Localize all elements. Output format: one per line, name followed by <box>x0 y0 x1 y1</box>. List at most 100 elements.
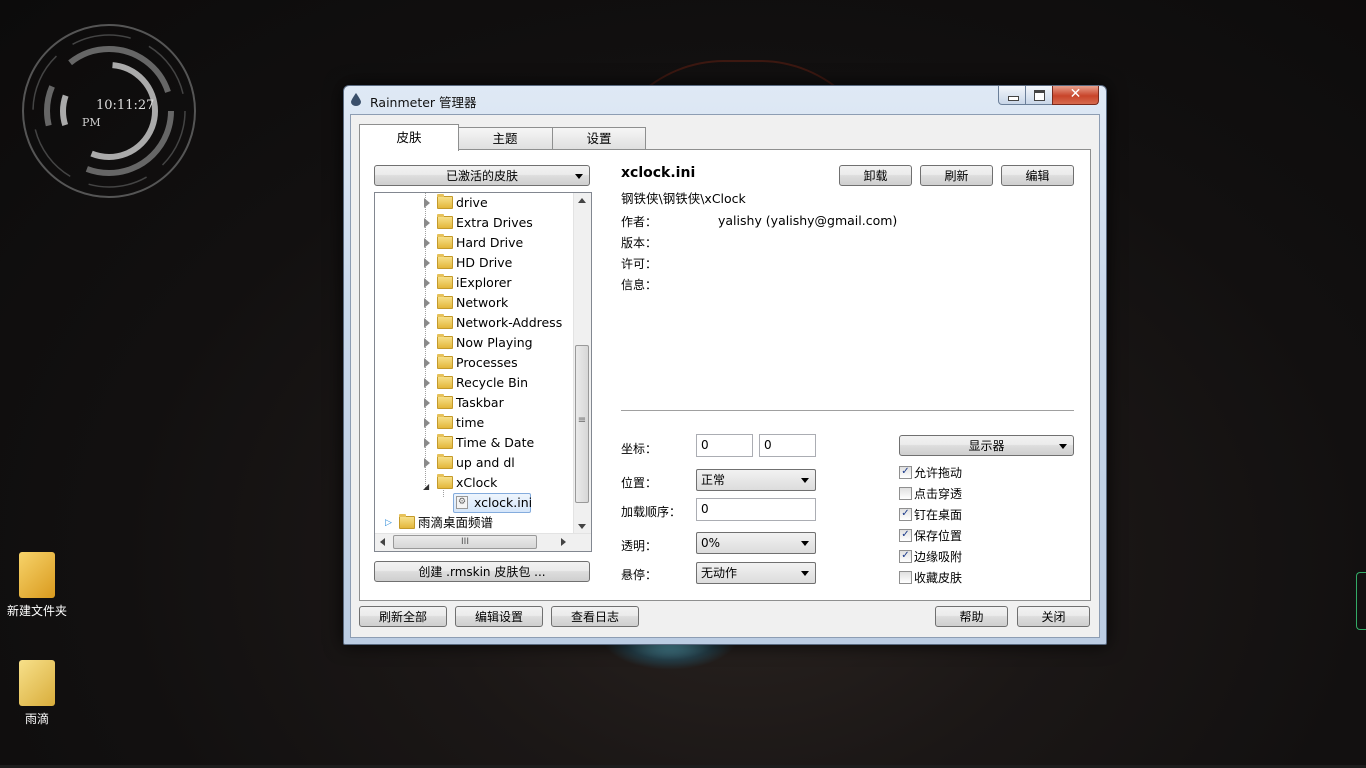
tab-skins[interactable]: 皮肤 <box>359 124 459 151</box>
minimize-button[interactable] <box>998 86 1027 105</box>
minimize-icon <box>1008 96 1019 101</box>
tree-item-label: time <box>456 415 485 430</box>
scroll-up-icon <box>578 198 586 203</box>
tree-item-label: xclock.ini <box>474 495 533 510</box>
tree-item-xclock-ini[interactable]: ⚙ xclock.ini <box>453 493 533 513</box>
tab-settings[interactable]: 设置 <box>552 127 646 150</box>
chevron-down-icon <box>1059 444 1067 449</box>
edit-button[interactable]: 编辑 <box>1001 165 1074 186</box>
checkbox-label: 边缘吸附 <box>914 550 963 564</box>
tree-item-label: Processes <box>456 355 518 370</box>
dropdown-label: 已激活的皮肤 <box>445 169 518 183</box>
window-title: Rainmeter 管理器 <box>370 95 477 110</box>
load-order-input[interactable]: 0 <box>696 498 816 521</box>
close-button[interactable]: ✕ <box>1052 86 1099 105</box>
skin-tree[interactable]: drive Extra Drives Hard Drive HD Drive i… <box>374 192 592 552</box>
separator <box>621 410 1074 411</box>
transparency-label: 透明： <box>621 539 658 553</box>
folder-icon <box>437 314 453 329</box>
maximize-button[interactable] <box>1025 86 1054 105</box>
raindrop-icon <box>351 93 361 106</box>
clock-ampm: PM <box>82 116 101 129</box>
info-label: 信息： <box>621 278 658 292</box>
checkbox-box[interactable]: ✓ <box>899 466 912 479</box>
rainmeter-manager-window: Rainmeter 管理器 ✕ 皮肤 主题 设置 已激活的皮肤 drive Ex… <box>343 85 1107 645</box>
checkbox-label: 钉在桌面 <box>914 508 963 522</box>
author-value: yalishy (yalishy@gmail.com) <box>718 213 898 228</box>
chevron-down-icon <box>801 541 809 546</box>
checkbox-label: 保存位置 <box>914 529 963 543</box>
scroll-thumb[interactable]: ≡ <box>575 345 589 503</box>
music-folder-icon <box>19 552 55 598</box>
author-label: 作者： <box>621 215 658 229</box>
tree-item-label: Time & Date <box>456 435 535 450</box>
close-icon: ✕ <box>1069 86 1082 102</box>
skin-path: 钢铁侠\钢铁侠\xClock <box>621 191 746 206</box>
select-value: 无动作 <box>701 566 738 580</box>
edit-settings-button[interactable]: 编辑设置 <box>455 606 543 627</box>
refresh-all-button[interactable]: 刷新全部 <box>359 606 447 627</box>
refresh-button[interactable]: 刷新 <box>920 165 993 186</box>
desktop-icon-new-folder[interactable]: 新建文件夹 <box>2 552 72 619</box>
folder-icon <box>437 374 453 389</box>
hover-label: 悬停： <box>621 568 658 582</box>
tab-themes[interactable]: 主题 <box>457 127 553 150</box>
tree-item-label: iExplorer <box>456 275 512 290</box>
tree-item-label: Network <box>456 295 509 310</box>
load-order-label: 加载顺序： <box>621 505 682 519</box>
create-rmskin-button[interactable]: 创建 .rmskin 皮肤包 ... <box>374 561 590 582</box>
transparency-select[interactable]: 0% <box>696 532 816 554</box>
collapse-icon: ◢ <box>423 482 430 491</box>
tree-item-label: up and dl <box>456 455 515 470</box>
folder-icon <box>437 354 453 369</box>
view-log-button[interactable]: 查看日志 <box>551 606 639 627</box>
license-label: 许可： <box>621 257 658 271</box>
folder-icon <box>437 234 453 249</box>
chevron-down-icon <box>801 478 809 483</box>
folder-icon <box>399 514 415 529</box>
scroll-left-icon <box>380 538 385 546</box>
desktop-icon-raindrop[interactable]: 雨滴 <box>2 660 72 727</box>
checkbox-box[interactable]: ✓ <box>899 529 912 542</box>
skin-name: xclock.ini <box>621 165 696 181</box>
select-value: 正常 <box>701 473 726 487</box>
expand-icon: ▷ <box>385 518 392 528</box>
tree-vertical-scrollbar[interactable]: ≡ <box>573 193 591 534</box>
tree-item-label: drive <box>456 195 488 210</box>
scroll-thumb[interactable]: III <box>393 535 537 549</box>
folder-icon <box>437 394 453 409</box>
tree-item-label: HD Drive <box>456 255 513 270</box>
unload-button[interactable]: 卸载 <box>839 165 912 186</box>
checkbox-label: 允许拖动 <box>914 466 963 480</box>
tree-item-label: Extra Drives <box>456 215 533 230</box>
active-skins-dropdown[interactable]: 已激活的皮肤 <box>374 165 590 186</box>
checkbox-box[interactable]: ✓ <box>899 508 912 521</box>
monitor-dropdown[interactable]: 显示器 <box>899 435 1074 456</box>
chevron-down-icon <box>575 174 583 179</box>
checkbox-label: 点击穿透 <box>914 487 963 501</box>
dropdown-label: 显示器 <box>968 439 1005 453</box>
tree-item-label: xClock <box>456 475 498 490</box>
x-coordinate-input[interactable]: 0 <box>696 434 753 457</box>
folder-icon <box>437 194 453 209</box>
checkbox-label: 收藏皮肤 <box>914 571 963 585</box>
checkbox-box[interactable] <box>899 487 912 500</box>
scroll-down-icon <box>578 524 586 529</box>
close-dialog-button[interactable]: 关闭 <box>1017 606 1090 627</box>
checkbox-box[interactable] <box>899 571 912 584</box>
tree-horizontal-scrollbar[interactable]: III <box>375 533 591 551</box>
clock-widget[interactable]: 10:11:27 PM <box>18 20 200 202</box>
folder-icon <box>19 660 55 706</box>
y-coordinate-input[interactable]: 0 <box>759 434 816 457</box>
title-bar[interactable]: Rainmeter 管理器 ✕ <box>344 86 1106 112</box>
window-client: 皮肤 主题 设置 已激活的皮肤 drive Extra Drives Hard … <box>350 114 1100 638</box>
select-value: 0% <box>701 536 721 550</box>
desktop-icon-label: 新建文件夹 <box>6 604 67 618</box>
help-button[interactable]: 帮助 <box>935 606 1008 627</box>
coordinates-label: 坐标： <box>621 442 658 456</box>
position-select[interactable]: 正常 <box>696 469 816 491</box>
tree-item-label: Recycle Bin <box>456 375 529 390</box>
clock-time: 10:11:27 <box>96 98 155 113</box>
checkbox-box[interactable]: ✓ <box>899 550 912 563</box>
hover-select[interactable]: 无动作 <box>696 562 816 584</box>
